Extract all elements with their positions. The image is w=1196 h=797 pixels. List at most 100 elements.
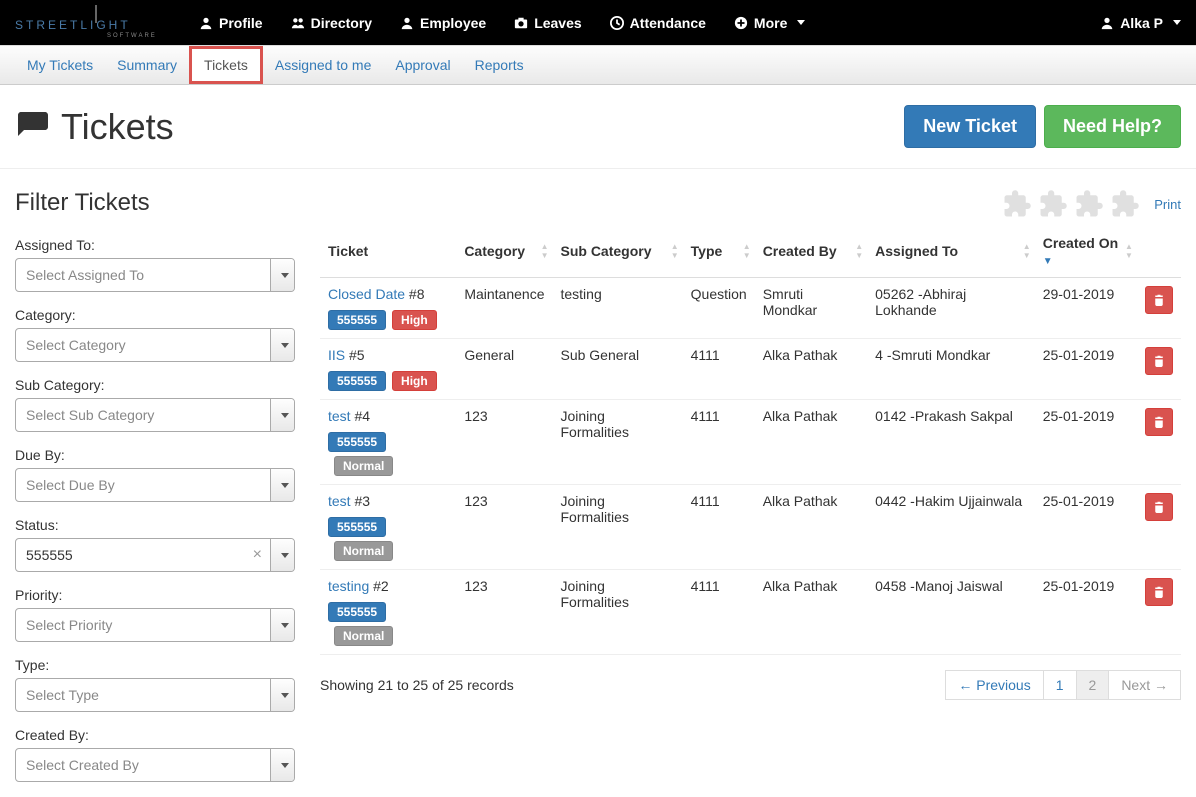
- page-number-button[interactable]: 2: [1076, 670, 1110, 700]
- status-badge: 555555: [328, 432, 386, 452]
- sort-icon: ▲▼: [1125, 242, 1133, 260]
- tab-summary[interactable]: Summary: [105, 46, 189, 84]
- filter-select[interactable]: Select Category: [15, 328, 295, 362]
- filter-select[interactable]: Select Priority: [15, 608, 295, 642]
- column-header[interactable]: Ticket: [320, 225, 456, 278]
- cell-category: General: [456, 339, 552, 400]
- clear-icon[interactable]: ×: [245, 546, 270, 564]
- nav-leaves[interactable]: Leaves: [500, 0, 595, 45]
- next-page-button[interactable]: Next →: [1108, 670, 1181, 700]
- nav-profile[interactable]: Profile: [185, 0, 277, 45]
- content-area: Print TicketCategory▲▼Sub Category▲▼Type…: [320, 189, 1181, 797]
- column-header[interactable]: Assigned To▲▼: [867, 225, 1035, 278]
- filter-label: Sub Category:: [15, 377, 295, 393]
- puzzle-icon[interactable]: [1002, 189, 1032, 219]
- ticket-link[interactable]: test: [328, 493, 351, 509]
- priority-badge: High: [392, 371, 437, 391]
- tickets-table: TicketCategory▲▼Sub Category▲▼Type▲▼Crea…: [320, 225, 1181, 655]
- puzzle-icon[interactable]: [1110, 189, 1140, 219]
- select-text: Select Category: [16, 337, 270, 353]
- status-badge: 555555: [328, 602, 386, 622]
- chevron-down-icon: [270, 539, 294, 571]
- page-number-button[interactable]: 1: [1043, 670, 1077, 700]
- column-header[interactable]: Created On▲▼ ▼: [1035, 225, 1137, 278]
- filter-group: Status: 555555×: [15, 517, 295, 572]
- delete-button[interactable]: [1145, 493, 1173, 521]
- ticket-link[interactable]: testing: [328, 578, 369, 594]
- filter-select[interactable]: Select Created By: [15, 748, 295, 782]
- chevron-down-icon: [270, 399, 294, 431]
- records-summary: Showing 21 to 25 of 25 records: [320, 677, 514, 693]
- plus-circle-icon: [734, 16, 748, 30]
- nav-directory[interactable]: Directory: [277, 0, 386, 45]
- pagination: ← Previous12Next →: [946, 670, 1181, 700]
- tab-approval[interactable]: Approval: [383, 46, 462, 84]
- tab-reports[interactable]: Reports: [463, 46, 536, 84]
- cell-created_by: Alka Pathak: [755, 485, 867, 570]
- puzzle-icon[interactable]: [1074, 189, 1104, 219]
- nav-label: More: [754, 15, 787, 31]
- select-text: Select Created By: [16, 757, 270, 773]
- filter-label: Category:: [15, 307, 295, 323]
- prev-page-button[interactable]: ← Previous: [945, 670, 1043, 700]
- cell-category: 123: [456, 485, 552, 570]
- select-text: Select Due By: [16, 477, 270, 493]
- print-link[interactable]: Print: [1154, 197, 1181, 212]
- ticket-link[interactable]: test: [328, 408, 351, 424]
- nav-employee[interactable]: Employee: [386, 0, 500, 45]
- priority-badge: Normal: [334, 541, 393, 561]
- new-ticket-button[interactable]: New Ticket: [904, 105, 1036, 148]
- cell-category: Maintanence: [456, 278, 552, 339]
- sort-icon: ▲▼: [743, 242, 751, 260]
- delete-button[interactable]: [1145, 347, 1173, 375]
- sort-icon: ▲▼: [671, 242, 679, 260]
- filter-label: Status:: [15, 517, 295, 533]
- filter-select[interactable]: Select Assigned To: [15, 258, 295, 292]
- sub-nav: My TicketsSummaryTicketsAssigned to meAp…: [0, 45, 1196, 85]
- filter-select[interactable]: Select Due By: [15, 468, 295, 502]
- column-header[interactable]: Sub Category▲▼: [552, 225, 682, 278]
- sort-icon: ▲▼: [1023, 242, 1031, 260]
- table-row: testing #2555555Normal123Joining Formali…: [320, 570, 1181, 655]
- cell-created_by: Alka Pathak: [755, 400, 867, 485]
- column-header[interactable]: [1137, 225, 1181, 278]
- filter-select[interactable]: Select Type: [15, 678, 295, 712]
- cell-created_by: Alka Pathak: [755, 339, 867, 400]
- filter-select[interactable]: 555555×: [15, 538, 295, 572]
- nav-label: Directory: [311, 15, 372, 31]
- filter-label: Due By:: [15, 447, 295, 463]
- nav-attendance[interactable]: Attendance: [596, 0, 720, 45]
- nav-user-menu[interactable]: Alka P: [1100, 15, 1181, 31]
- user-icon: [1100, 16, 1114, 30]
- nav-more[interactable]: More: [720, 0, 819, 45]
- column-header[interactable]: Created By▲▼: [755, 225, 867, 278]
- priority-badge: High: [392, 310, 437, 330]
- delete-button[interactable]: [1145, 578, 1173, 606]
- logo: STREETLIGHTSOFTWARE: [15, 3, 185, 42]
- sort-desc-icon: ▼: [1043, 256, 1053, 267]
- group-icon: [291, 16, 305, 30]
- delete-button[interactable]: [1145, 286, 1173, 314]
- ticket-link[interactable]: IIS: [328, 347, 345, 363]
- chevron-down-icon: [270, 749, 294, 781]
- delete-button[interactable]: [1145, 408, 1173, 436]
- ticket-link[interactable]: Closed Date: [328, 286, 405, 302]
- column-header[interactable]: Type▲▼: [683, 225, 755, 278]
- cell-type: 4111: [683, 485, 755, 570]
- cell-created_by: Smruti Mondkar: [755, 278, 867, 339]
- cell-created_on: 25-01-2019: [1035, 339, 1137, 400]
- tab-tickets[interactable]: Tickets: [189, 46, 263, 84]
- tab-assigned-to-me[interactable]: Assigned to me: [263, 46, 384, 84]
- cell-created_by: Alka Pathak: [755, 570, 867, 655]
- main-layout: Filter Tickets Assigned To:Select Assign…: [0, 189, 1196, 797]
- puzzle-icon[interactable]: [1038, 189, 1068, 219]
- nav-items: Profile Directory Employee Leaves Attend…: [185, 0, 819, 45]
- table-row: Closed Date #8555555HighMaintanencetesti…: [320, 278, 1181, 339]
- page-header: Tickets New Ticket Need Help?: [0, 85, 1196, 169]
- nav-label: Profile: [219, 15, 263, 31]
- filter-select[interactable]: Select Sub Category: [15, 398, 295, 432]
- column-header[interactable]: Category▲▼: [456, 225, 552, 278]
- tab-my-tickets[interactable]: My Tickets: [15, 46, 105, 84]
- select-text: Select Assigned To: [16, 267, 270, 283]
- need-help-button[interactable]: Need Help?: [1044, 105, 1181, 148]
